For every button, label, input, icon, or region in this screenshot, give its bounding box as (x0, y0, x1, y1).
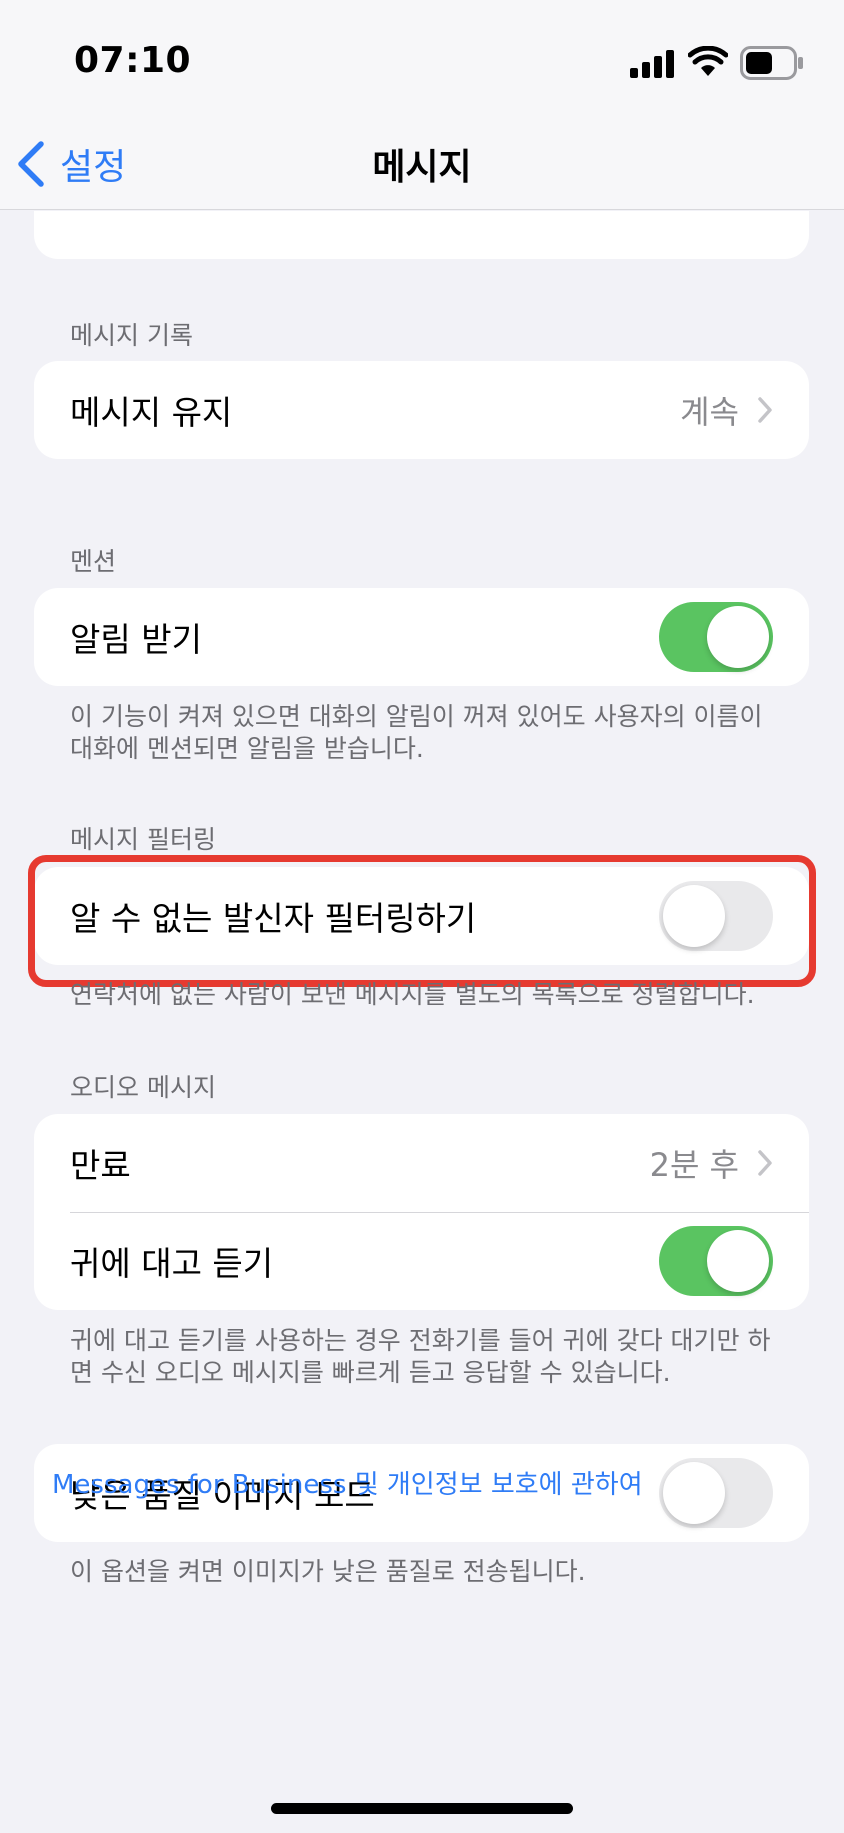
toggle-knob (663, 885, 725, 947)
filter-unknown-toggle[interactable] (659, 881, 773, 951)
section-header-filtering: 메시지 필터링 (70, 825, 216, 854)
notify-me-label: 알림 받기 (70, 620, 202, 659)
group-mentions: 알림 받기 (34, 588, 809, 686)
chevron-right-icon (758, 1150, 772, 1176)
group-audio: 만료 2분 후 귀에 대고 듣기 (34, 1114, 809, 1310)
wifi-icon (688, 46, 728, 76)
toggle-knob (707, 606, 769, 668)
mentions-footer: 이 기능이 켜져 있으면 대화의 알림이 꺼져 있어도 사용자의 이름이 대화에… (70, 702, 763, 763)
low-quality-footer: 이 옵션을 켜면 이미지가 낮은 품질로 전송됩니다. (70, 1557, 586, 1586)
expire-row[interactable]: 만료 2분 후 (34, 1114, 809, 1212)
notify-me-toggle[interactable] (659, 602, 773, 672)
status-time: 07:10 (74, 40, 192, 81)
home-indicator[interactable] (271, 1803, 573, 1814)
scrolled-group (34, 211, 809, 259)
battery-icon (740, 46, 803, 80)
section-header-audio: 오디오 메시지 (70, 1073, 216, 1102)
signal-icon (630, 50, 674, 78)
page-title: 메시지 (372, 147, 472, 188)
section-header-mentions: 멘션 (70, 547, 117, 576)
filtering-footer: 연락처에 없는 사람이 보낸 메시지를 별도의 목록으로 정렬합니다. (70, 980, 755, 1009)
settings-list[interactable]: 메시지 기록 메시지 유지 계속 멘션 알림 받기 이 기능이 켜져 있으면 대… (0, 211, 844, 1833)
keep-messages-label: 메시지 유지 (70, 393, 233, 432)
toggle-knob (663, 1462, 725, 1524)
audio-footer: 귀에 대고 듣기를 사용하는 경우 전화기를 들어 귀에 갖다 대기만 하면 수… (70, 1326, 771, 1387)
group-filtering: 알 수 없는 발신자 필터링하기 (34, 867, 809, 965)
filter-unknown-row: 알 수 없는 발신자 필터링하기 (34, 867, 809, 965)
raise-to-listen-toggle[interactable] (659, 1226, 773, 1296)
chevron-right-icon (758, 397, 772, 423)
expire-label: 만료 (70, 1146, 131, 1185)
keep-messages-row[interactable]: 메시지 유지 계속 (34, 361, 809, 459)
toggle-knob (707, 1230, 769, 1292)
expire-value: 2분 후 (649, 1146, 739, 1184)
section-header-history: 메시지 기록 (70, 321, 193, 350)
low-quality-toggle[interactable] (659, 1458, 773, 1528)
messages-settings-screen: 07:10 설정 메시지 메시지 기록 메시지 유지 계속 멘션 알림 받기 이… (0, 0, 844, 1833)
raise-to-listen-label: 귀에 대고 듣기 (70, 1244, 274, 1283)
status-bar: 07:10 (0, 0, 844, 120)
group-history: 메시지 유지 계속 (34, 361, 809, 459)
keep-messages-value: 계속 (680, 393, 739, 431)
raise-to-listen-row: 귀에 대고 듣기 (34, 1212, 809, 1310)
navigation-bar: 설정 메시지 (0, 120, 844, 210)
business-privacy-link[interactable]: Messages for Business 및 개인정보 보호에 관하여 (52, 1464, 643, 1501)
filter-unknown-label: 알 수 없는 발신자 필터링하기 (70, 899, 477, 938)
notify-me-row: 알림 받기 (34, 588, 809, 686)
